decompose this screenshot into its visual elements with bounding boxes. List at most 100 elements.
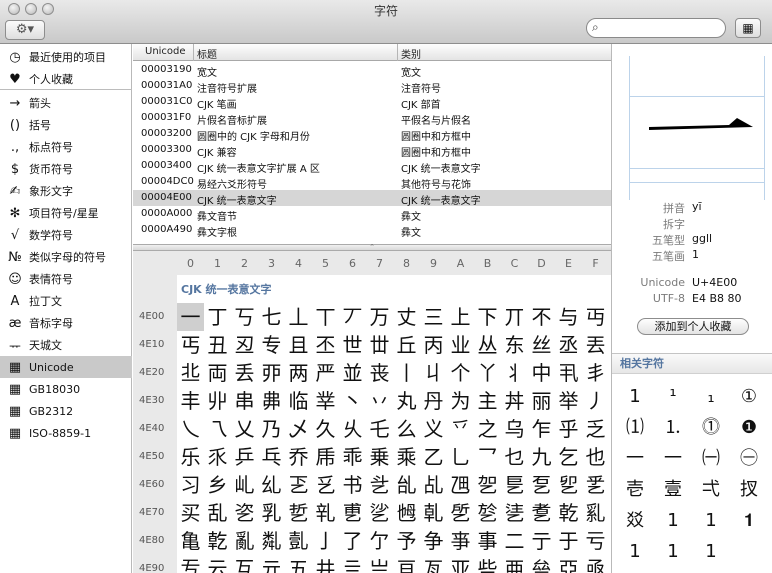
grid-character-cell[interactable]: 不: [528, 303, 555, 331]
grid-character-cell[interactable]: 亃: [258, 527, 285, 555]
table-row[interactable]: 000031C0 CJK 笔画 CJK 部首: [133, 94, 611, 111]
grid-character-cell[interactable]: 乮: [555, 471, 582, 499]
grid-character-cell[interactable]: 亞: [555, 555, 582, 573]
grid-character-cell[interactable]: 于: [555, 527, 582, 555]
grid-character-cell[interactable]: 亚: [447, 555, 474, 573]
grid-character-cell[interactable]: 丐: [177, 331, 204, 359]
grid-character-cell[interactable]: 乵: [312, 499, 339, 527]
grid-character-cell[interactable]: 乨: [393, 471, 420, 499]
related-character[interactable]: 壹: [654, 475, 692, 505]
related-character[interactable]: 扠: [730, 475, 768, 505]
related-character[interactable]: ❶: [730, 413, 768, 443]
table-row[interactable]: 0000A490 彝文字根 彝文: [133, 222, 611, 239]
related-character[interactable]: ₁: [692, 382, 730, 412]
related-character[interactable]: ⑴: [616, 413, 654, 443]
grid-character-cell[interactable]: 亐: [177, 555, 204, 573]
grid-character-cell[interactable]: 五: [285, 555, 312, 573]
grid-character-cell[interactable]: 些: [474, 555, 501, 573]
grid-character-cell[interactable]: 丄: [285, 303, 312, 331]
grid-character-cell[interactable]: 丽: [528, 387, 555, 415]
grid-character-cell[interactable]: 丬: [501, 359, 528, 387]
grid-character-cell[interactable]: 丙: [420, 331, 447, 359]
grid-character-cell[interactable]: 亁: [204, 527, 231, 555]
grid-character-cell[interactable]: 丶: [339, 387, 366, 415]
grid-character-cell[interactable]: 両: [204, 359, 231, 387]
grid-character-cell[interactable]: 万: [366, 303, 393, 331]
grid-character-cell[interactable]: 乛: [474, 443, 501, 471]
grid-character-cell[interactable]: 乭: [528, 471, 555, 499]
grid-character-cell[interactable]: 亏: [582, 527, 609, 555]
sidebar-item[interactable]: ◷ 最近使用的项目: [0, 46, 132, 68]
grid-character-cell[interactable]: 乯: [582, 471, 609, 499]
sidebar-item[interactable]: () 括号: [0, 114, 132, 136]
sidebar-item[interactable]: → 箭头: [0, 92, 132, 114]
grid-character-cell[interactable]: 为: [447, 387, 474, 415]
grid-character-cell[interactable]: 丣: [258, 359, 285, 387]
table-row[interactable]: 0000A000 彝文音节 彝文: [133, 206, 611, 223]
grid-character-cell[interactable]: 乾: [555, 499, 582, 527]
grid-character-cell[interactable]: 乺: [447, 499, 474, 527]
related-character[interactable]: ¹: [654, 382, 692, 412]
grid-character-cell[interactable]: 亙: [420, 555, 447, 573]
grid-character-cell[interactable]: 买: [177, 499, 204, 527]
grid-character-cell[interactable]: 丝: [528, 331, 555, 359]
grid-character-cell[interactable]: 丳: [258, 387, 285, 415]
grid-character-cell[interactable]: 亓: [258, 555, 285, 573]
grid-character-cell[interactable]: 丁: [204, 303, 231, 331]
grid-character-cell[interactable]: 乍: [528, 415, 555, 443]
grid-character-cell[interactable]: 乆: [339, 415, 366, 443]
grid-character-cell[interactable]: 书: [339, 471, 366, 499]
grid-character-cell[interactable]: 习: [177, 471, 204, 499]
grid-character-cell[interactable]: 乼: [501, 499, 528, 527]
grid-character-cell[interactable]: 丢: [231, 359, 258, 387]
grid-character-cell[interactable]: 亇: [366, 527, 393, 555]
grid-character-cell[interactable]: 乽: [528, 499, 555, 527]
sidebar-item[interactable]: ☺ 表情符号: [0, 268, 132, 290]
grid-character-cell[interactable]: 乏: [582, 415, 609, 443]
grid-character-cell[interactable]: 乚: [447, 443, 474, 471]
column-header-title[interactable]: 标题: [197, 46, 217, 61]
grid-character-cell[interactable]: 乂: [231, 415, 258, 443]
grid-character-cell[interactable]: 丂: [231, 303, 258, 331]
grid-character-cell[interactable]: 亝: [528, 555, 555, 573]
grid-character-cell[interactable]: 乖: [339, 443, 366, 471]
grid-character-cell[interactable]: 争: [420, 527, 447, 555]
related-character[interactable]: 一: [654, 444, 692, 474]
grid-character-cell[interactable]: 乳: [258, 499, 285, 527]
grid-character-cell[interactable]: 丼: [501, 387, 528, 415]
grid-character-cell[interactable]: 互: [231, 555, 258, 573]
grid-character-cell[interactable]: 乄: [285, 415, 312, 443]
grid-character-cell[interactable]: 乱: [204, 499, 231, 527]
grid-character-cell[interactable]: 亄: [285, 527, 312, 555]
grid-character-cell[interactable]: 乥: [312, 471, 339, 499]
grid-character-cell[interactable]: 丯: [582, 359, 609, 387]
grid-character-cell[interactable]: 乷: [366, 499, 393, 527]
sidebar-item[interactable]: ✻ 项目符号/星星: [0, 202, 132, 224]
related-character[interactable]: 弌: [692, 475, 730, 505]
grid-character-cell[interactable]: 丰: [177, 387, 204, 415]
related-character[interactable]: 1: [692, 506, 730, 536]
sidebar-item[interactable]: ᅲ 天城文: [0, 334, 132, 356]
table-row[interactable]: 00003400 CJK 统一表意文字扩展 A 区 CJK 统一表意文字: [133, 158, 611, 175]
grid-character-cell[interactable]: 专: [258, 331, 285, 359]
grid-character-cell[interactable]: 乧: [366, 471, 393, 499]
sidebar-item[interactable]: æ 音标字母: [0, 312, 132, 334]
grid-character-cell[interactable]: 井: [312, 555, 339, 573]
grid-character-cell[interactable]: 么: [393, 415, 420, 443]
grid-character-cell[interactable]: 丗: [366, 331, 393, 359]
grid-character-cell[interactable]: 丷: [366, 387, 393, 415]
sidebar-item[interactable]: ▦ ISO-8859-1: [0, 422, 132, 444]
grid-character-cell[interactable]: 乁: [204, 415, 231, 443]
grid-character-cell[interactable]: 了: [339, 527, 366, 555]
grid-character-cell[interactable]: 乿: [582, 499, 609, 527]
grid-character-cell[interactable]: 丛: [474, 331, 501, 359]
gear-menu-button[interactable]: ⚙▾: [5, 20, 45, 40]
related-character[interactable]: 1: [654, 506, 692, 536]
grid-character-cell[interactable]: 丟: [582, 331, 609, 359]
grid-character-cell[interactable]: 七: [258, 303, 285, 331]
grid-character-cell[interactable]: 亂: [231, 527, 258, 555]
grid-character-cell[interactable]: 丑: [204, 331, 231, 359]
grid-character-cell[interactable]: 世: [339, 331, 366, 359]
related-character[interactable]: 壱: [616, 475, 654, 505]
grid-character-cell[interactable]: 乌: [501, 415, 528, 443]
